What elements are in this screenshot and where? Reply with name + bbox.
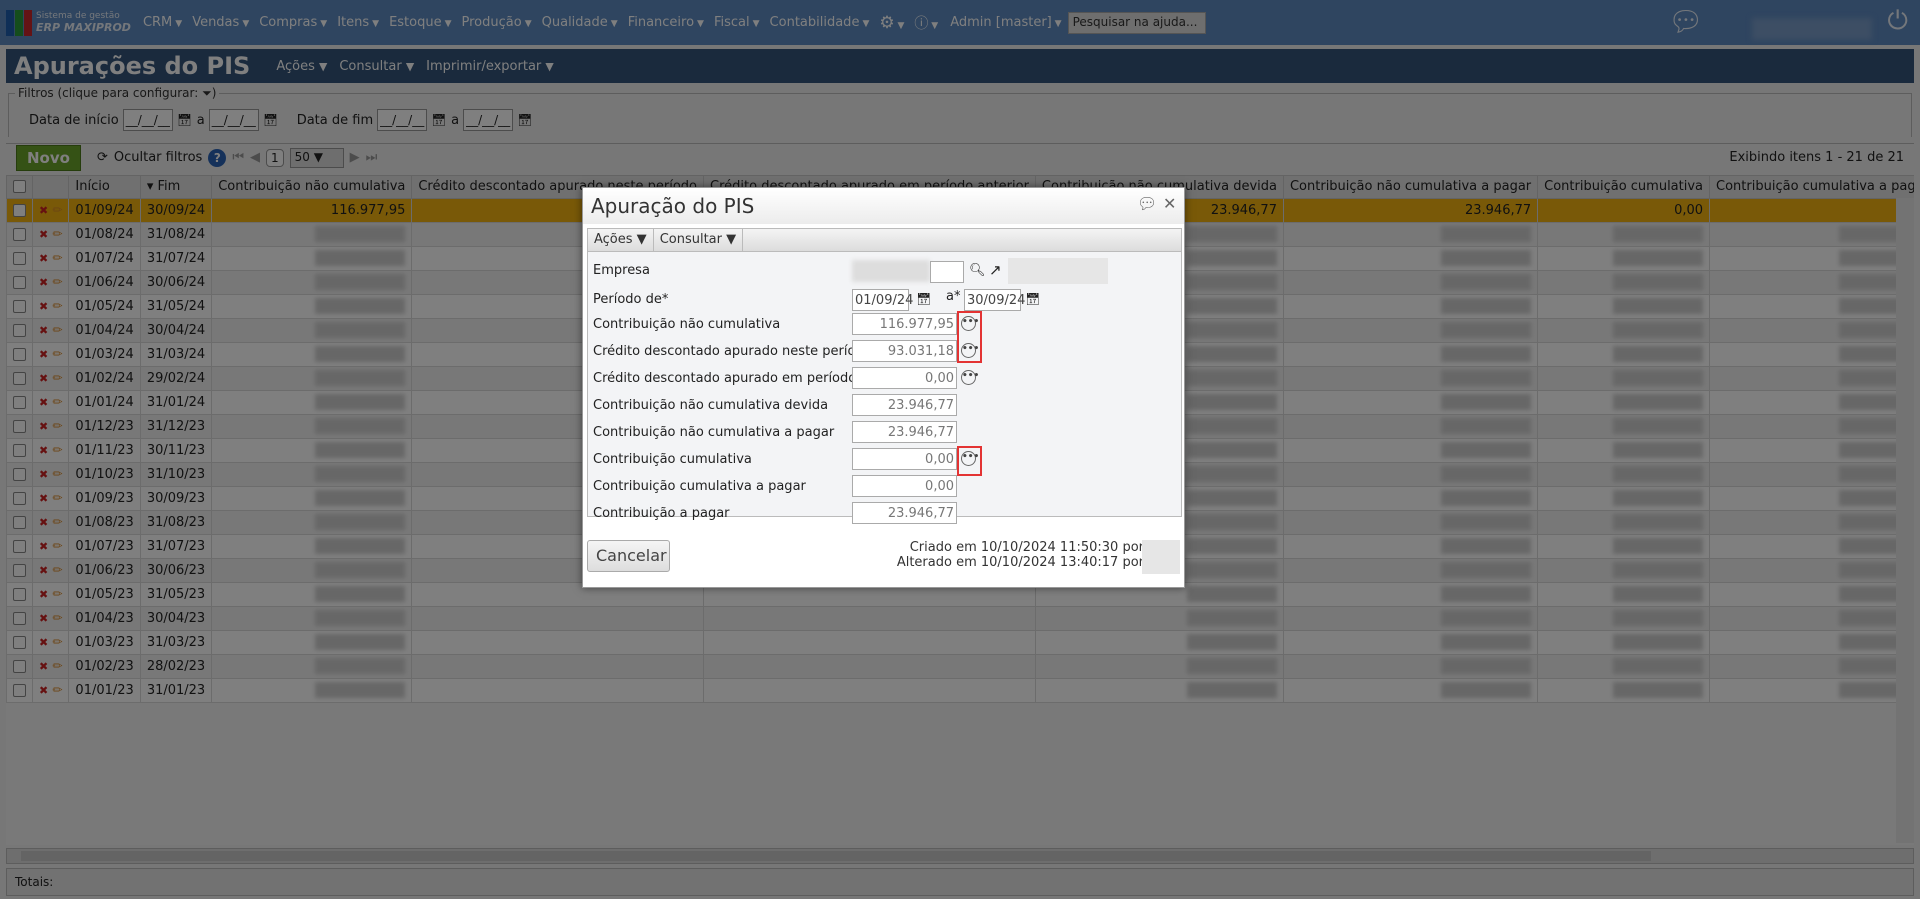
dialog-menu-consultar[interactable]: Consultar ▼ [654,229,744,251]
field-value[interactable]: 0,00 [852,367,957,389]
periodo-de-input[interactable]: 01/09/24 [852,289,913,311]
field-value[interactable]: 23.946,77 [852,394,957,416]
details-icon[interactable]: ••• [961,370,979,385]
field-label: Contribuição cumulativa a pagar [593,479,806,494]
dialog-title: Apuração do PIS [591,194,755,218]
field-label: Contribuição a pagar [593,506,730,521]
field-label: Contribuição não cumulativa a pagar [593,425,835,440]
highlight-box [957,311,982,363]
calendar-icon[interactable]: 📅︎ [1025,292,1040,306]
search-icon[interactable]: 🔍︎ [969,263,986,278]
field-value[interactable]: 23.946,77 [852,421,957,443]
close-icon[interactable]: ✕ [1163,194,1176,213]
empresa-blurred [852,260,930,282]
field-value[interactable]: 93.031,18 [852,340,957,362]
periodo-sep: a* [946,289,961,304]
highlight-box [957,446,982,476]
field-label: Contribuição cumulativa [593,452,752,467]
dialog-menu-acoes[interactable]: Ações ▼ [588,229,654,251]
field-label: Contribuição não cumulativa [593,317,781,332]
field-label: Crédito descontado apurado neste período [593,344,872,359]
audit-user-blurred [1142,540,1180,574]
empresa-label: Empresa [593,263,650,278]
field-value[interactable]: 116.977,95 [852,313,957,335]
field-value[interactable]: 0,00 [852,448,957,470]
field-value[interactable]: 0,00 [852,475,957,497]
audit-info: Criado em 10/10/2024 11:50:30 por Alterad… [896,540,1144,570]
empresa-input[interactable] [930,261,964,283]
calendar-icon[interactable]: 📅︎ [916,292,931,306]
apuracao-dialog: Apuração do PIS 💬︎ ✕ Ações ▼ Consultar ▼… [582,187,1185,588]
field-label: Contribuição não cumulativa devida [593,398,829,413]
periodo-label: Período de* [593,292,669,307]
open-external-icon[interactable]: ↗ [989,261,1002,279]
periodo-ate-input[interactable]: 30/09/24 [964,289,1025,311]
cancel-button[interactable]: Cancelar [587,540,670,572]
empresa-name-blurred [1008,258,1108,284]
field-value[interactable]: 23.946,77 [852,502,957,524]
comment-icon[interactable]: 💬︎ [1137,194,1157,213]
